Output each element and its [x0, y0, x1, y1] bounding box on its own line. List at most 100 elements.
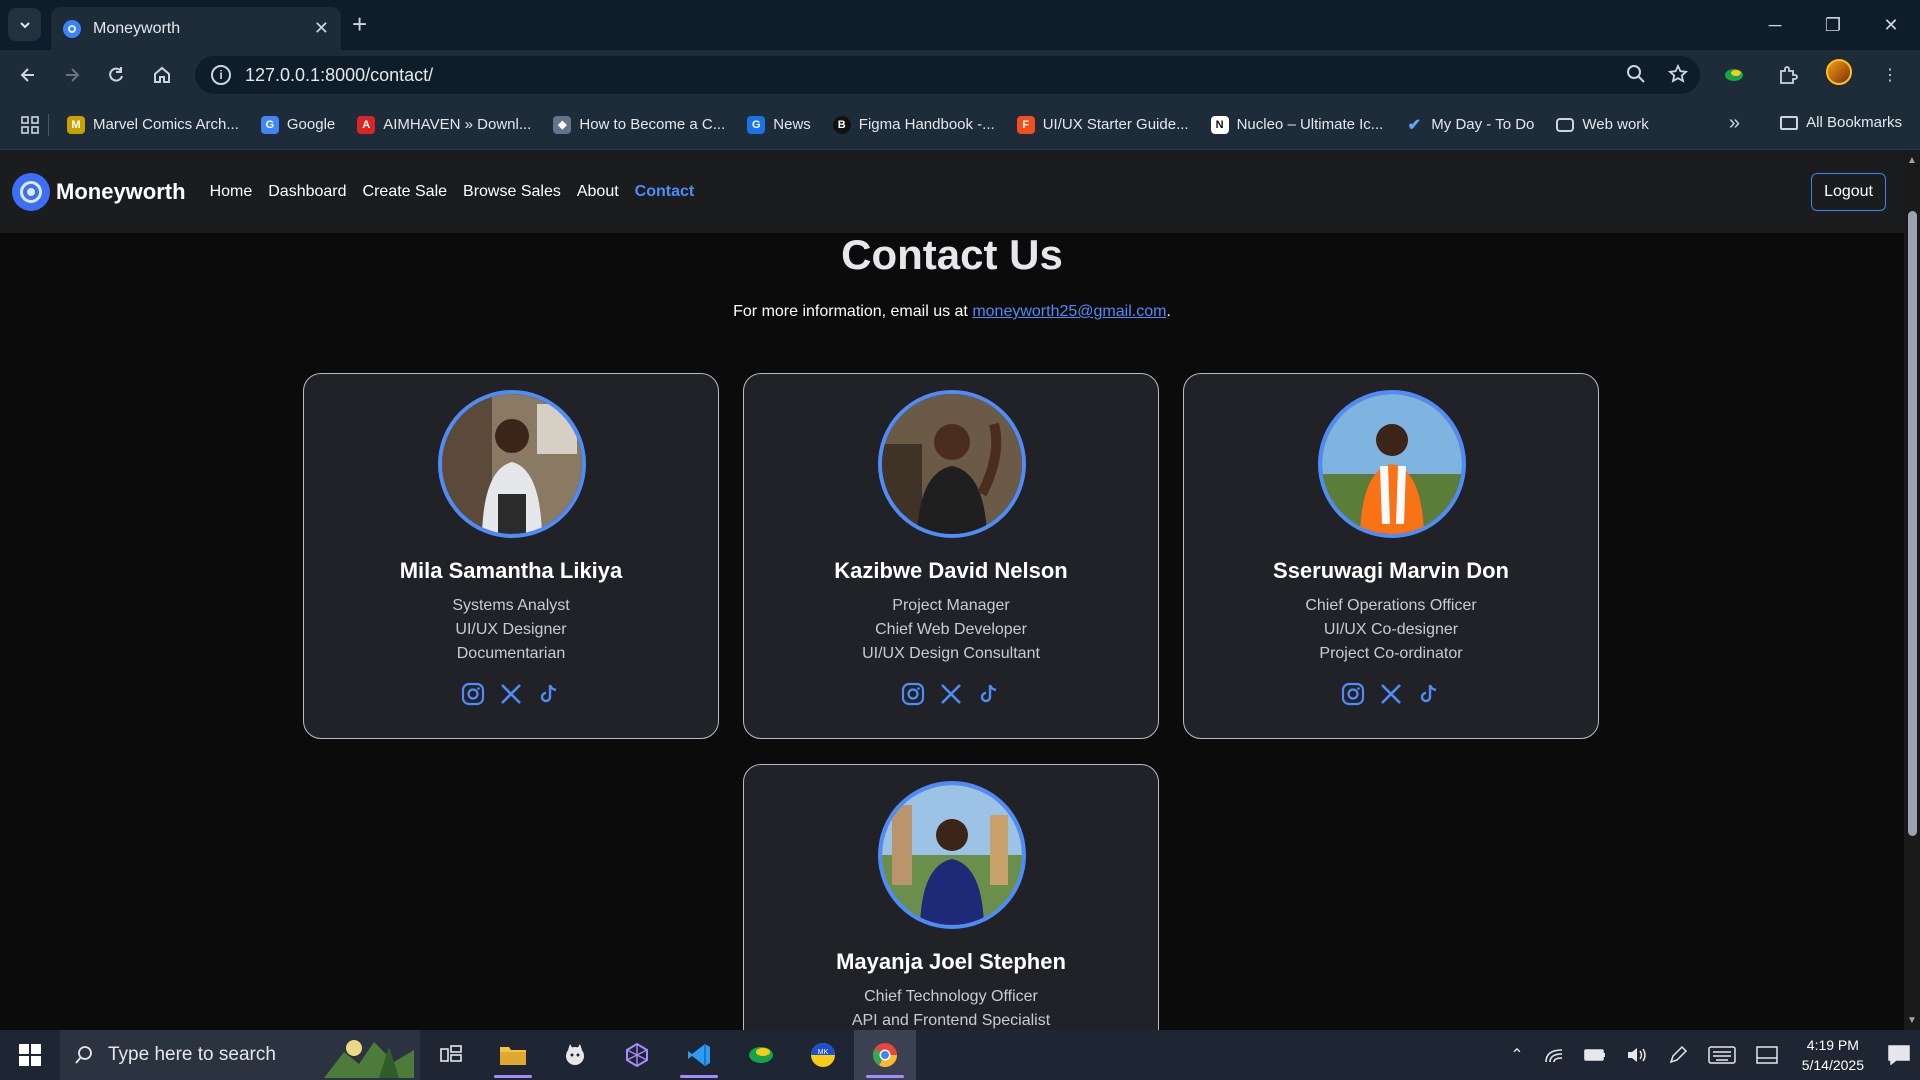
- nav-contact[interactable]: Contact: [635, 183, 695, 201]
- minimize-icon[interactable]: ─: [1746, 0, 1804, 50]
- show-hidden-icons-icon[interactable]: ⌃: [1510, 1045, 1523, 1065]
- tab-search-button[interactable]: [8, 8, 41, 41]
- page-scrollbar[interactable]: ▲ ▼: [1904, 151, 1920, 1030]
- member-photo: [878, 781, 1026, 929]
- bookmark-folder[interactable]: Web work: [1556, 116, 1649, 133]
- tab-title: Moneyworth: [93, 19, 181, 37]
- tab-close-icon[interactable]: ✕: [314, 18, 329, 39]
- member-role: API and Frontend Specialist: [851, 1012, 1051, 1029]
- app-cat-icon[interactable]: [544, 1030, 606, 1080]
- file-explorer-icon[interactable]: [482, 1030, 544, 1080]
- member-role: Documentarian: [456, 645, 566, 662]
- extension-icon[interactable]: [1718, 59, 1750, 91]
- member-role: Project Co-ordinator: [1319, 645, 1463, 662]
- search-icon: [75, 1046, 92, 1064]
- menu-kebab-icon[interactable]: ⋮: [1874, 59, 1906, 91]
- nav-create-sale[interactable]: Create Sale: [363, 183, 448, 201]
- bookmark-star-icon[interactable]: [1668, 64, 1688, 84]
- forward-icon[interactable]: [56, 59, 88, 91]
- bookmark-item[interactable]: B Figma Handbook -...: [832, 115, 995, 134]
- mktex-icon[interactable]: MK: [792, 1030, 854, 1080]
- nav-about[interactable]: About: [577, 183, 619, 201]
- bookmark-item[interactable]: F UI/UX Starter Guide...: [1016, 115, 1189, 134]
- bookmark-item[interactable]: G Google: [260, 115, 335, 134]
- zoom-icon[interactable]: [1626, 64, 1646, 84]
- app-web-icon[interactable]: [606, 1030, 668, 1080]
- bookmark-item[interactable]: N Nucleo – Ultimate Ic...: [1210, 115, 1383, 134]
- x-twitter-icon[interactable]: [1378, 681, 1404, 707]
- more-bookmarks-icon[interactable]: »: [1729, 112, 1740, 135]
- scroll-down-icon[interactable]: ▼: [1907, 1015, 1917, 1026]
- chrome-icon[interactable]: [854, 1030, 916, 1080]
- member-photo: [438, 390, 586, 538]
- chevron-down-icon: [19, 21, 30, 28]
- back-icon[interactable]: [12, 59, 44, 91]
- battery-icon[interactable]: [1583, 1048, 1606, 1062]
- email-link[interactable]: moneyworth25@gmail.com: [972, 303, 1166, 320]
- bookmarks-bar: M Marvel Comics Arch... G Google A AIMHAVEN…: [0, 100, 1920, 150]
- close-window-icon[interactable]: ✕: [1862, 0, 1920, 50]
- address-bar[interactable]: i 127.0.0.1:8000/contact/: [195, 56, 1700, 94]
- reload-icon[interactable]: [100, 59, 132, 91]
- scrollbar-thumb[interactable]: [1908, 211, 1917, 836]
- app-extension-icon[interactable]: [730, 1030, 792, 1080]
- bookmark-item[interactable]: G News: [747, 115, 811, 134]
- member-name: Kazibwe David Nelson: [834, 558, 1068, 583]
- browser-tab[interactable]: Moneyworth ✕: [51, 7, 341, 50]
- tablet-mode-icon[interactable]: [1755, 1046, 1778, 1064]
- new-tab-button[interactable]: +: [352, 10, 367, 38]
- member-photo: [878, 390, 1026, 538]
- nav-dashboard[interactable]: Dashboard: [268, 183, 346, 201]
- notifications-icon[interactable]: [1888, 1045, 1910, 1065]
- site-info-icon[interactable]: i: [211, 65, 231, 85]
- instagram-icon[interactable]: [1340, 681, 1366, 707]
- clock-time: 4:19 PM: [1806, 1037, 1859, 1053]
- tiktok-icon[interactable]: [536, 681, 562, 707]
- brand-logo[interactable]: Moneyworth: [12, 173, 186, 211]
- member-name: Mila Samantha Likiya: [399, 558, 623, 583]
- nav-home[interactable]: Home: [210, 183, 253, 201]
- bookmark-item[interactable]: ◆ How to Become a C...: [553, 115, 725, 134]
- home-icon[interactable]: [146, 59, 178, 91]
- x-twitter-icon[interactable]: [938, 681, 964, 707]
- restore-icon[interactable]: ❐: [1804, 0, 1862, 50]
- start-button[interactable]: [0, 1030, 60, 1080]
- instagram-icon[interactable]: [460, 681, 486, 707]
- team-card: Mila Samantha Likiya Systems Analyst UI/…: [303, 373, 719, 739]
- profile-avatar[interactable]: [1826, 59, 1852, 85]
- bookmark-item[interactable]: A AIMHAVEN » Downl...: [357, 115, 531, 134]
- member-roles: Chief Technology Officer API and Fronten…: [744, 985, 1158, 1030]
- logout-button[interactable]: Logout: [1811, 173, 1886, 211]
- member-role: Chief Technology Officer: [864, 988, 1038, 1005]
- x-twitter-icon[interactable]: [498, 681, 524, 707]
- figma-handbook-icon: B: [832, 115, 851, 134]
- vscode-icon[interactable]: [668, 1030, 730, 1080]
- keyboard-icon[interactable]: [1707, 1046, 1736, 1064]
- volume-icon[interactable]: [1626, 1046, 1648, 1064]
- clock[interactable]: 4:19 PM 5/14/2025: [1802, 1035, 1864, 1075]
- member-role: UI/UX Design Consultant: [862, 645, 1040, 662]
- member-roles: Chief Operations Officer UI/UX Co-design…: [1184, 594, 1598, 666]
- member-role: UI/UX Co-designer: [1323, 621, 1459, 638]
- all-bookmarks-folder[interactable]: All Bookmarks: [1780, 114, 1902, 131]
- bookmark-item[interactable]: ✔ My Day - To Do: [1405, 116, 1535, 134]
- member-name: Sseruwagi Marvin Don: [1273, 558, 1509, 583]
- pen-icon[interactable]: [1668, 1045, 1688, 1065]
- bookmarks-divider: [48, 113, 49, 136]
- nav-browse-sales[interactable]: Browse Sales: [463, 183, 561, 201]
- tiktok-icon[interactable]: [976, 681, 1002, 707]
- windows-taskbar: Type here to search MK ⌃ 4:19 PM 5/14/20…: [0, 1030, 1920, 1080]
- bookmark-item[interactable]: M Marvel Comics Arch...: [67, 115, 239, 134]
- extensions-puzzle-icon[interactable]: [1772, 59, 1804, 91]
- taskbar-search[interactable]: Type here to search: [60, 1030, 420, 1080]
- apps-grid-icon[interactable]: [20, 115, 40, 135]
- search-placeholder: Type here to search: [108, 1044, 276, 1065]
- task-view-icon[interactable]: [420, 1030, 482, 1080]
- network-icon[interactable]: [1544, 1046, 1564, 1064]
- browser-tab-strip: Moneyworth ✕ + ─ ❐ ✕: [0, 0, 1920, 50]
- member-name: Mayanja Joel Stephen: [836, 949, 1066, 974]
- scroll-up-icon[interactable]: ▲: [1907, 155, 1917, 166]
- page-viewport: Moneyworth Home Dashboard Create Sale Br…: [0, 151, 1904, 1030]
- tiktok-icon[interactable]: [1416, 681, 1442, 707]
- instagram-icon[interactable]: [900, 681, 926, 707]
